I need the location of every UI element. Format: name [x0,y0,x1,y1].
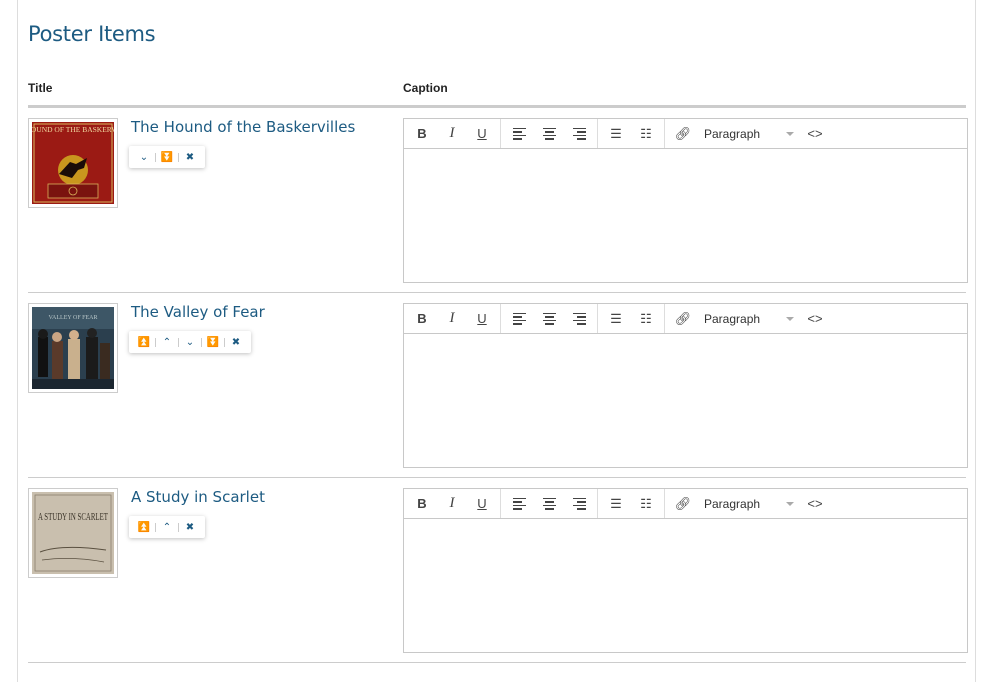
align-left-icon[interactable] [504,119,534,148]
editor-toolbar: B I U ☰ ☷ 🔗︎ Paragraph <> [404,119,967,149]
alignment-group [501,489,598,518]
caption-editor: B I U ☰ ☷ 🔗︎ Paragraph <> [403,303,968,468]
cover-image-valley: VALLEY OF FEAR [32,307,114,389]
reorder-controls: ⏫ ⌃ ✖ [129,516,205,538]
chevron-down-icon[interactable]: ⌄ [133,146,155,168]
align-right-icon[interactable] [564,119,594,148]
poster-item: A STUDY IN SCARLET A Study in Scarlet ⏫ … [28,478,968,663]
caption-text-area[interactable] [404,149,967,282]
link-icon[interactable]: 🔗︎ [668,119,698,148]
bullet-list-icon[interactable]: ☰ [601,304,631,333]
chevron-up-icon[interactable]: ⌃ [156,331,178,353]
text-style-group: B I U [404,489,501,518]
underline-button[interactable]: U [467,489,497,518]
insert-group: 🔗︎ Paragraph <> [665,489,833,518]
link-icon[interactable]: 🔗︎ [668,304,698,333]
page-title: Poster Items [28,22,156,46]
close-icon[interactable]: ✖ [179,516,201,538]
text-style-group: B I U [404,119,501,148]
italic-button[interactable]: I [437,304,467,333]
double-chevron-up-icon[interactable]: ⏫ [133,331,155,353]
caption-text-area[interactable] [404,334,967,467]
double-chevron-down-icon[interactable]: ⏬ [202,331,224,353]
chevron-down-icon [786,501,794,506]
format-select[interactable]: Paragraph [698,119,800,148]
alignment-group [501,119,598,148]
list-group: ☰ ☷ [598,489,665,518]
format-select[interactable]: Paragraph [698,489,800,518]
cover-text: THE HOUND OF THE BASKERVILLES [32,125,114,134]
numbered-list-icon[interactable]: ☷ [631,489,661,518]
caption-editor: B I U ☰ ☷ 🔗︎ Paragraph <> [403,118,968,283]
cover-thumbnail[interactable]: VALLEY OF FEAR [28,303,118,393]
chevron-down-icon[interactable]: ⌄ [179,331,201,353]
source-code-button[interactable]: <> [800,489,830,518]
cover-thumbnail[interactable]: THE HOUND OF THE BASKERVILLES [28,118,118,208]
align-center-icon[interactable] [534,119,564,148]
double-chevron-up-icon[interactable]: ⏫ [133,516,155,538]
item-title[interactable]: A Study in Scarlet [131,488,265,506]
editor-toolbar: B I U ☰ ☷ 🔗︎ Paragraph <> [404,304,967,334]
numbered-list-icon[interactable]: ☷ [631,119,661,148]
text-style-group: B I U [404,304,501,333]
item-title[interactable]: The Hound of the Baskervilles [131,118,355,136]
caption-editor: B I U ☰ ☷ 🔗︎ Paragraph <> [403,488,968,653]
align-left-icon[interactable] [504,489,534,518]
format-select[interactable]: Paragraph [698,304,800,333]
underline-button[interactable]: U [467,304,497,333]
chevron-down-icon [786,131,794,136]
cover-image-scarlet: A STUDY IN SCARLET [32,492,114,574]
cover-text: A STUDY IN SCARLET [38,511,108,523]
chevron-up-icon[interactable]: ⌃ [156,516,178,538]
poster-item: VALLEY OF FEAR The Valley of Fear ⏫ ⌃ ⌄ … [28,293,968,478]
italic-button[interactable]: I [437,489,467,518]
close-icon[interactable]: ✖ [179,146,201,168]
editor-toolbar: B I U ☰ ☷ 🔗︎ Paragraph <> [404,489,967,519]
format-select-label: Paragraph [704,126,761,141]
bullet-list-icon[interactable]: ☰ [601,119,631,148]
list-group: ☰ ☷ [598,304,665,333]
cover-text: VALLEY OF FEAR [48,315,97,321]
align-right-icon[interactable] [564,304,594,333]
align-center-icon[interactable] [534,489,564,518]
align-right-icon[interactable] [564,489,594,518]
close-icon[interactable]: ✖ [225,331,247,353]
link-icon[interactable]: 🔗︎ [668,489,698,518]
bold-button[interactable]: B [407,119,437,148]
bullet-list-icon[interactable]: ☰ [601,489,631,518]
cover-thumbnail[interactable]: A STUDY IN SCARLET [28,488,118,578]
format-select-label: Paragraph [704,311,761,326]
align-left-icon[interactable] [504,304,534,333]
format-select-label: Paragraph [704,496,761,511]
align-center-icon[interactable] [534,304,564,333]
italic-button[interactable]: I [437,119,467,148]
cover-image-hound: THE HOUND OF THE BASKERVILLES [32,122,114,204]
poster-item: THE HOUND OF THE BASKERVILLES The Hound … [28,108,968,293]
reorder-controls: ⌄ ⏬ ✖ [129,146,205,168]
item-title[interactable]: The Valley of Fear [131,303,265,321]
list-group: ☰ ☷ [598,119,665,148]
insert-group: 🔗︎ Paragraph <> [665,119,833,148]
column-header-caption: Caption [403,81,448,95]
chevron-down-icon [786,316,794,321]
source-code-button[interactable]: <> [800,119,830,148]
underline-button[interactable]: U [467,119,497,148]
source-code-button[interactable]: <> [800,304,830,333]
caption-text-area[interactable] [404,519,967,652]
bold-button[interactable]: B [407,489,437,518]
double-chevron-down-icon[interactable]: ⏬ [156,146,178,168]
alignment-group [501,304,598,333]
bold-button[interactable]: B [407,304,437,333]
reorder-controls: ⏫ ⌃ ⌄ ⏬ ✖ [129,331,251,353]
insert-group: 🔗︎ Paragraph <> [665,304,833,333]
numbered-list-icon[interactable]: ☷ [631,304,661,333]
column-header-title: Title [28,81,53,95]
